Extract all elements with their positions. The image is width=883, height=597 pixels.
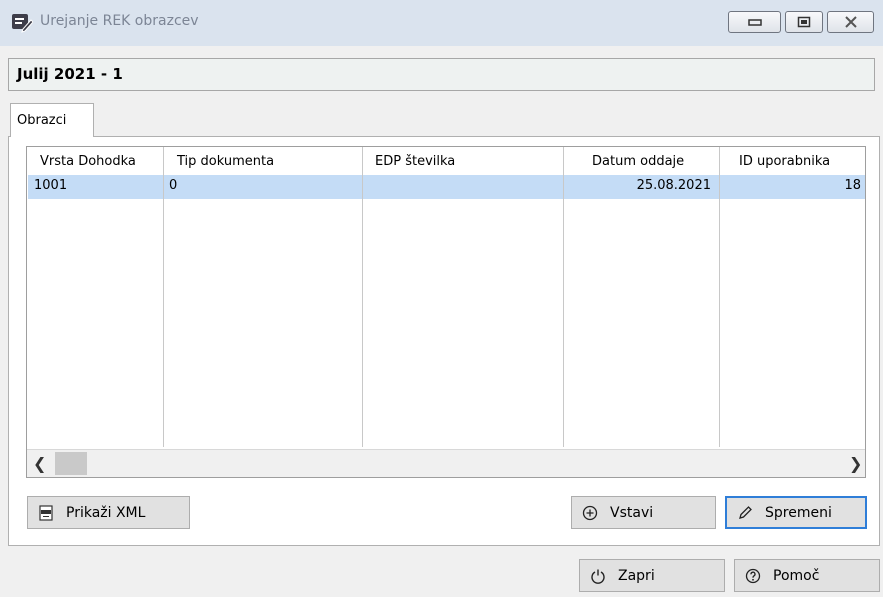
column-divider (163, 147, 164, 447)
scroll-right-icon[interactable]: ❯ (849, 454, 862, 473)
question-circle-icon (745, 568, 761, 583)
close-button[interactable]: Zapri (579, 559, 725, 592)
close-icon (844, 16, 857, 28)
table-cell: 1001 (34, 178, 68, 193)
column-divider (563, 147, 564, 447)
close-label: Zapri (618, 567, 655, 584)
scroll-thumb[interactable] (55, 452, 87, 475)
column-header[interactable]: Tip dokumenta (177, 154, 274, 169)
maximize-icon (797, 16, 811, 28)
title-bar: Urejanje REK obrazcev (0, 0, 883, 46)
table-row[interactable] (28, 175, 865, 199)
xml-file-icon (39, 504, 53, 521)
minimize-icon (747, 19, 762, 26)
forms-table[interactable]: Vrsta Dohodka Tip dokumenta EDP številka… (26, 146, 866, 478)
maximize-button[interactable] (785, 11, 823, 33)
table-cell: 25.08.2021 (636, 178, 711, 193)
insert-button[interactable]: Vstavi (571, 496, 716, 529)
help-label: Pomoč (773, 567, 820, 584)
horizontal-scrollbar[interactable]: ❮ ❯ (27, 449, 865, 477)
help-button[interactable]: Pomoč (734, 559, 880, 592)
column-header[interactable]: ID uporabnika (739, 154, 830, 169)
close-window-button[interactable] (827, 11, 874, 33)
column-divider (362, 147, 363, 447)
column-divider (719, 147, 720, 447)
table-cell: 0 (169, 178, 178, 193)
power-icon (591, 569, 605, 584)
plus-circle-icon (582, 505, 598, 520)
tab-obrazci[interactable]: Obrazci (10, 103, 94, 137)
edit-button[interactable]: Spremeni (725, 496, 867, 529)
show-xml-button[interactable]: Prikaži XML (27, 496, 190, 529)
column-header[interactable]: EDP številka (375, 154, 455, 169)
scroll-left-icon[interactable]: ❮ (33, 454, 46, 473)
window-title: Urejanje REK obrazcev (40, 13, 199, 29)
column-header[interactable]: Datum oddaje (592, 154, 684, 169)
pencil-icon (739, 505, 752, 519)
column-header[interactable]: Vrsta Dohodka (40, 154, 136, 169)
show-xml-label: Prikaži XML (66, 504, 146, 521)
edit-label: Spremeni (765, 504, 832, 521)
period-label: Julij 2021 - 1 (17, 65, 123, 83)
tab-label: Obrazci (17, 113, 67, 128)
minimize-button[interactable] (728, 11, 781, 33)
table-cell: 18 (844, 178, 861, 193)
edit-form-icon (12, 14, 33, 33)
period-field: Julij 2021 - 1 (8, 58, 875, 91)
insert-label: Vstavi (610, 504, 654, 521)
